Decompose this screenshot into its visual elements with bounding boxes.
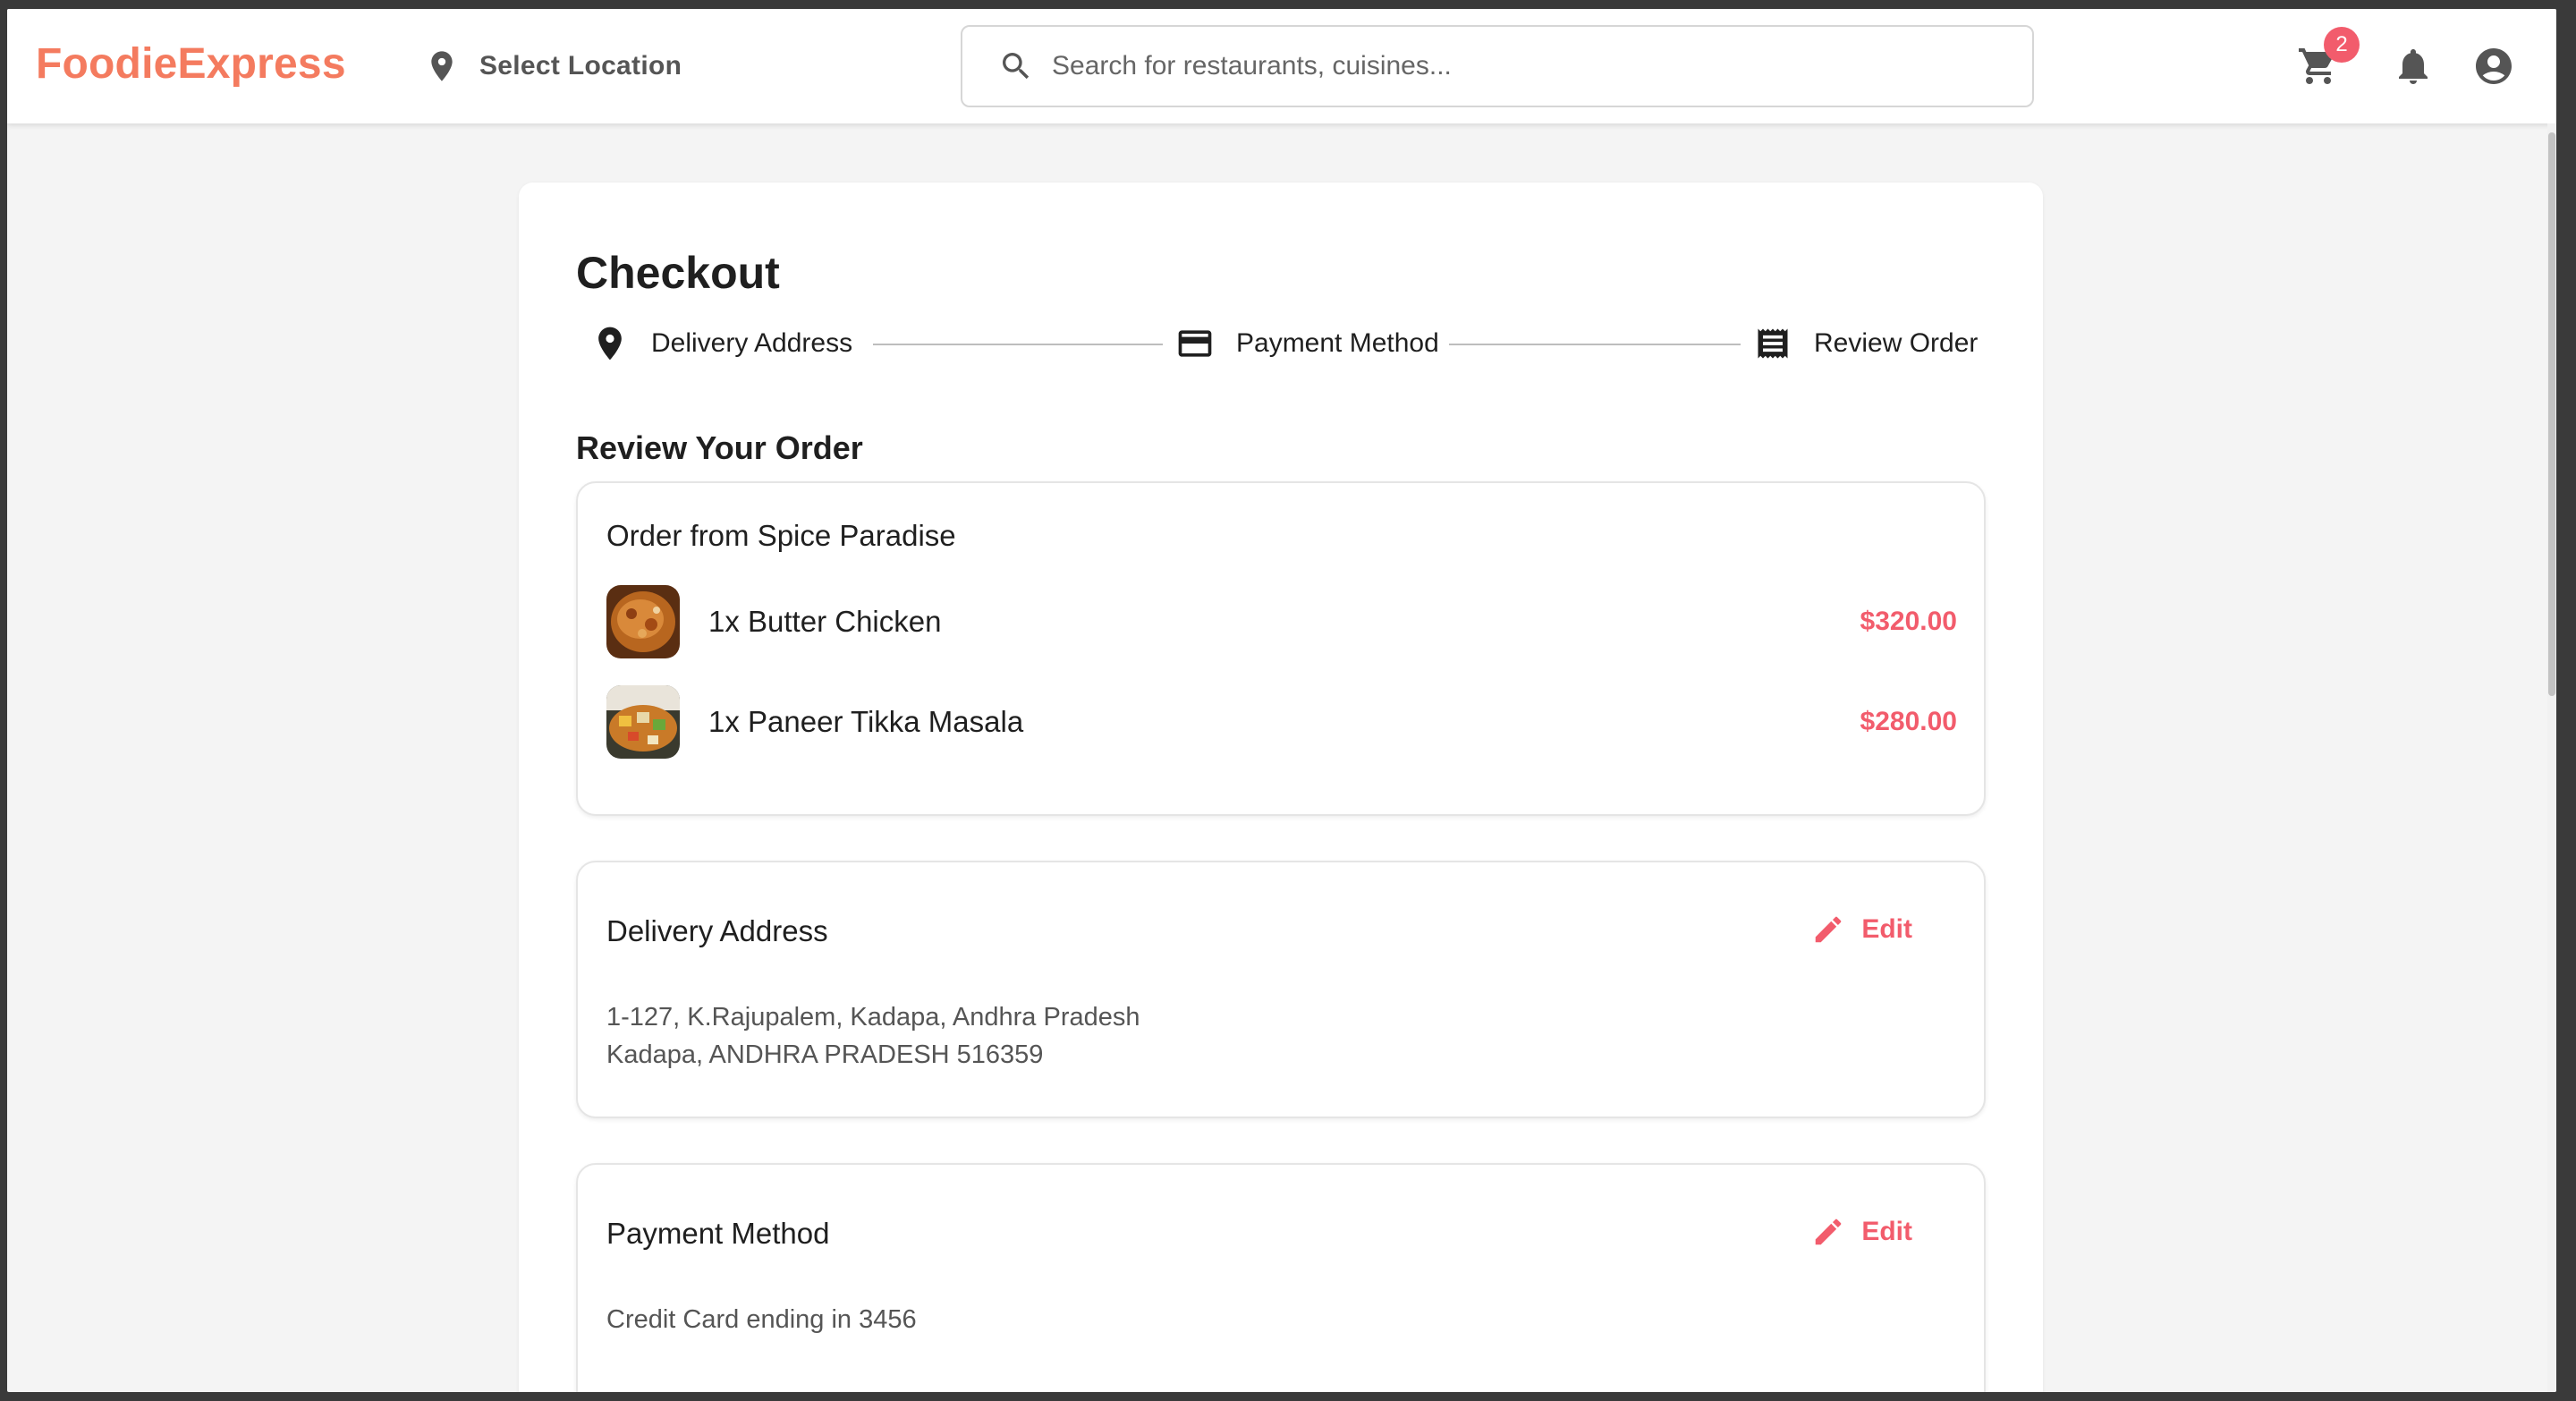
food-image bbox=[606, 585, 680, 658]
step-delivery-address[interactable]: Delivery Address bbox=[590, 317, 852, 370]
step-connector bbox=[873, 344, 1163, 345]
panel-title: Delivery Address bbox=[606, 914, 828, 947]
edit-payment-button[interactable]: Edit bbox=[1811, 1215, 1912, 1249]
checkout-card: Checkout Delivery Address Payment Method bbox=[519, 183, 2043, 1392]
receipt-icon bbox=[1753, 324, 1792, 363]
item-name: 1x Paneer Tikka Masala bbox=[708, 705, 1024, 738]
scrollbar-thumb[interactable] bbox=[2548, 132, 2555, 696]
food-image bbox=[606, 685, 680, 759]
order-item: 1x Butter Chicken $320.00 bbox=[606, 585, 1957, 658]
location-pin-icon bbox=[590, 324, 630, 363]
credit-card-icon bbox=[1175, 324, 1215, 363]
cart-count-badge: 2 bbox=[2324, 27, 2360, 63]
order-restaurant-title: Order from Spice Paradise bbox=[606, 519, 956, 552]
payment-method-panel: Payment Method Edit Credit Card ending i… bbox=[576, 1163, 1986, 1392]
delivery-address-panel: Delivery Address Edit 1-127, K.Rajupalem… bbox=[576, 861, 1986, 1118]
search-input[interactable] bbox=[1052, 51, 2032, 81]
payment-detail: Credit Card ending in 3456 bbox=[606, 1305, 917, 1334]
order-item: 1x Paneer Tikka Masala $280.00 bbox=[606, 685, 1957, 759]
location-label: Select Location bbox=[479, 51, 682, 81]
edit-address-button[interactable]: Edit bbox=[1811, 913, 1912, 947]
step-review-order[interactable]: Review Order bbox=[1753, 317, 1978, 370]
panel-title: Payment Method bbox=[606, 1217, 830, 1250]
step-label: Payment Method bbox=[1236, 328, 1439, 358]
location-pin-icon bbox=[424, 48, 460, 84]
search-icon bbox=[998, 48, 1034, 84]
top-navbar: FoodieExpress Select Location 2 bbox=[7, 9, 2556, 123]
section-title: Review Your Order bbox=[576, 429, 863, 466]
checkout-stepper: Delivery Address Payment Method Review O… bbox=[576, 317, 1986, 370]
item-price: $320.00 bbox=[1860, 607, 1957, 636]
pencil-icon bbox=[1816, 916, 1842, 943]
location-selector[interactable]: Select Location bbox=[424, 45, 682, 88]
step-label: Review Order bbox=[1814, 328, 1979, 358]
browser-window: FoodieExpress Select Location 2 Checkout bbox=[7, 9, 2556, 1392]
address-line-2: Kadapa, ANDHRA PRADESH 516359 bbox=[606, 1040, 1044, 1069]
edit-label: Edit bbox=[1861, 1217, 1912, 1246]
order-summary-panel: Order from Spice Paradise 1x Butter Chic… bbox=[576, 481, 1986, 816]
item-name: 1x Butter Chicken bbox=[708, 605, 942, 638]
item-price: $280.00 bbox=[1860, 707, 1957, 736]
edit-label: Edit bbox=[1861, 914, 1912, 944]
address-line-1: 1-127, K.Rajupalem, Kadapa, Andhra Prade… bbox=[606, 1003, 1140, 1032]
search-bar[interactable] bbox=[961, 25, 2034, 107]
page-title: Checkout bbox=[576, 248, 780, 298]
bell-icon[interactable] bbox=[2392, 45, 2435, 88]
step-payment-method[interactable]: Payment Method bbox=[1175, 317, 1439, 370]
step-label: Delivery Address bbox=[651, 328, 853, 358]
pencil-icon bbox=[1816, 1218, 1842, 1245]
step-connector bbox=[1449, 344, 1741, 345]
account-icon[interactable] bbox=[2472, 45, 2515, 88]
brand-logo[interactable]: FoodieExpress bbox=[36, 39, 346, 89]
